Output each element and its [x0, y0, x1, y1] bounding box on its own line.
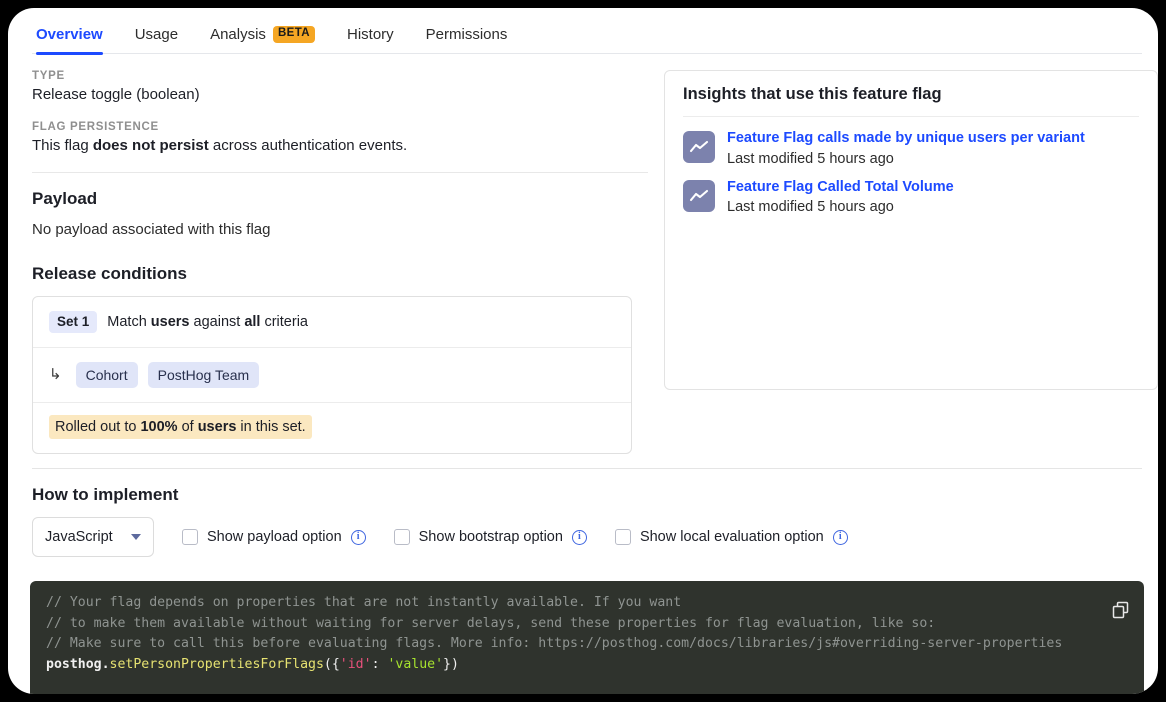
code-object: posthog [46, 657, 102, 672]
insights-title: Insights that use this feature flag [683, 85, 1139, 117]
beta-badge: BETA [273, 26, 315, 43]
info-icon[interactable]: i [351, 530, 366, 545]
chevron-down-icon [131, 534, 141, 540]
match-middle: against [190, 314, 245, 330]
payload-title: Payload [32, 189, 648, 209]
overview-left-column: TYPE Release toggle (boolean) FLAG PERSI… [32, 70, 648, 454]
trend-line-icon [683, 180, 715, 212]
release-condition-set-header: Set 1 Match users against all criteria [33, 297, 631, 347]
show-payload-option-checkbox[interactable]: Show payload option i [182, 529, 366, 545]
code-snippet-block: // Your flag depends on properties that … [30, 581, 1144, 694]
insight-last-modified: Last modified 5 hours ago [727, 151, 894, 167]
tab-analysis[interactable]: Analysis BETA [194, 26, 331, 54]
rollout-percentage-text: Rolled out to 100% of users in this set. [49, 415, 312, 439]
tab-permissions[interactable]: Permissions [410, 26, 524, 54]
code-close-paren: }) [443, 657, 459, 672]
copy-icon[interactable] [1112, 601, 1130, 619]
info-icon[interactable]: i [572, 530, 587, 545]
match-criteria-text: Match users against all criteria [107, 314, 308, 330]
section-divider [32, 172, 648, 173]
tab-usage-label: Usage [135, 26, 178, 43]
show-payload-option-label: Show payload option [207, 529, 342, 545]
tab-analysis-label: Analysis [210, 26, 266, 43]
checkbox-box[interactable] [182, 529, 198, 545]
insights-card: Insights that use this feature flag Feat… [664, 70, 1158, 390]
how-to-implement-title: How to implement [32, 485, 1142, 505]
checkbox-box[interactable] [615, 529, 631, 545]
insight-item[interactable]: Feature Flag Called Total Volume Last mo… [683, 178, 1139, 219]
set-badge: Set 1 [49, 311, 97, 333]
match-suffix: criteria [260, 314, 308, 330]
code-function-name: setPersonPropertiesForFlags [110, 657, 324, 672]
rollout-strong-users: users [198, 419, 237, 435]
insight-item[interactable]: Feature Flag calls made by unique users … [683, 129, 1139, 170]
overview-content: TYPE Release toggle (boolean) FLAG PERSI… [8, 54, 1158, 454]
type-value: Release toggle (boolean) [32, 86, 648, 103]
language-select[interactable]: JavaScript [32, 517, 154, 557]
persistence-strong: does not persist [93, 137, 209, 154]
show-bootstrap-option-label: Show bootstrap option [419, 529, 563, 545]
trend-line-icon [683, 131, 715, 163]
rollout-prefix: Rolled out to [55, 419, 140, 435]
tab-history-label: History [347, 26, 394, 43]
insight-last-modified: Last modified 5 hours ago [727, 199, 894, 215]
flag-persistence-value: This flag does not persist across authen… [32, 137, 648, 154]
how-to-implement-section: How to implement JavaScript Show payload… [8, 469, 1158, 557]
implement-controls: JavaScript Show payload option i Show bo… [32, 517, 1142, 557]
rollout-middle: of [178, 419, 198, 435]
insight-text-block: Feature Flag Called Total Volume Last mo… [727, 178, 954, 219]
property-pill-posthog-team[interactable]: PostHog Team [148, 362, 260, 389]
rollout-strong-percent: 100% [140, 419, 177, 435]
tab-overview-label: Overview [36, 26, 103, 43]
show-local-evaluation-option-label: Show local evaluation option [640, 529, 824, 545]
overview-right-column: Insights that use this feature flag Feat… [664, 70, 1158, 454]
persistence-prefix: This flag [32, 137, 93, 154]
match-strong-users: users [151, 314, 190, 330]
match-prefix: Match [107, 314, 151, 330]
code-open-paren: ({ [324, 657, 340, 672]
tab-permissions-label: Permissions [426, 26, 508, 43]
insight-link[interactable]: Feature Flag Called Total Volume [727, 179, 954, 195]
code-comment-line-1: // Your flag depends on properties that … [46, 595, 681, 610]
code-key: 'id' [340, 657, 372, 672]
tab-bar: Overview Usage Analysis BETA History Per… [8, 8, 1158, 54]
persistence-suffix: across authentication events. [209, 137, 407, 154]
arrow-right-down-icon: ↳ [49, 367, 66, 382]
flag-persistence-label: FLAG PERSISTENCE [32, 121, 648, 133]
info-icon[interactable]: i [833, 530, 848, 545]
release-conditions-card: Set 1 Match users against all criteria ↳… [32, 296, 632, 454]
show-local-evaluation-option-checkbox[interactable]: Show local evaluation option i [615, 529, 848, 545]
language-select-value: JavaScript [45, 529, 113, 545]
property-pill-cohort[interactable]: Cohort [76, 362, 138, 389]
show-bootstrap-option-checkbox[interactable]: Show bootstrap option i [394, 529, 587, 545]
match-strong-all: all [244, 314, 260, 330]
payload-value: No payload associated with this flag [32, 221, 648, 238]
feature-flag-page-card: Overview Usage Analysis BETA History Per… [8, 8, 1158, 694]
release-condition-property-row: ↳ Cohort PostHog Team [33, 347, 631, 403]
tab-usage[interactable]: Usage [119, 26, 194, 54]
code-comment-line-2: // to make them available without waitin… [46, 616, 935, 631]
release-conditions-title: Release conditions [32, 264, 648, 284]
release-condition-rollout-row: Rolled out to 100% of users in this set. [33, 402, 631, 453]
checkbox-box[interactable] [394, 529, 410, 545]
insight-text-block: Feature Flag calls made by unique users … [727, 129, 1085, 170]
insight-link[interactable]: Feature Flag calls made by unique users … [727, 130, 1085, 146]
tab-overview[interactable]: Overview [32, 26, 119, 54]
code-value: 'value' [387, 657, 443, 672]
code-comment-line-3: // Make sure to call this before evaluat… [46, 636, 1062, 651]
code-dot: . [102, 657, 110, 672]
code-colon: : [372, 657, 388, 672]
type-label: TYPE [32, 70, 648, 82]
tab-history[interactable]: History [331, 26, 410, 54]
rollout-suffix: in this set. [236, 419, 305, 435]
